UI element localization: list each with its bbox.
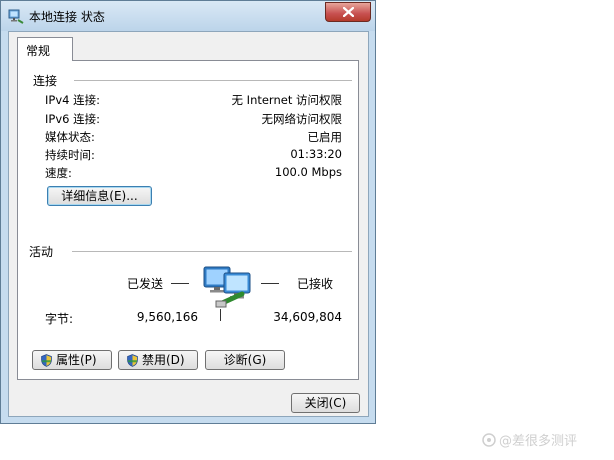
connection-divider [74,80,352,82]
sent-line [171,283,189,284]
bytes-received-value: 34,609,804 [273,310,342,324]
tab-general[interactable]: 常规 [17,37,73,61]
properties-button[interactable]: 属性(P) [32,350,112,370]
activity-section-label: 活动 [29,245,54,259]
activity-divider [72,251,352,253]
watermark-logo-icon [482,432,496,451]
network-computers-icon [202,264,260,313]
speed-value: 100.0 Mbps [274,165,342,179]
dialog-client: 常规 连接 IPv4 连接: 无 Internet 访问权限 IPv6 连接: … [8,31,369,417]
watermark-text: @差很多测评 [499,434,578,449]
sent-label: 已发送 [127,277,164,291]
watermark: @差很多测评 [482,430,577,451]
disable-button-label: 禁用(D) [142,353,185,367]
network-connection-icon [8,8,24,24]
uac-shield-icon [41,354,52,372]
ipv4-label: IPv4 连接: [45,93,100,107]
activity-divider-tick [220,309,221,321]
tab-general-label: 常规 [26,44,51,58]
ipv4-value: 无 Internet 访问权限 [231,93,342,107]
ipv6-label: IPv6 连接: [45,112,100,126]
close-button[interactable]: 关闭(C) [291,393,360,413]
title-bar[interactable]: 本地连接 状态 [1,1,375,31]
media-state-label: 媒体状态: [45,130,95,144]
ipv6-value: 无网络访问权限 [261,112,343,126]
disable-button[interactable]: 禁用(D) [118,350,198,370]
tab-panel: 连接 IPv4 连接: 无 Internet 访问权限 IPv6 连接: 无网络… [17,60,359,380]
connection-section-label: 连接 [33,74,58,88]
close-icon [343,7,354,17]
window-close-button[interactable] [325,2,371,22]
uac-shield-icon [127,354,138,372]
received-label: 已接收 [297,277,334,291]
duration-value: 01:33:20 [290,147,342,161]
duration-label: 持续时间: [45,148,95,162]
diagnose-button[interactable]: 诊断(G) [205,350,285,370]
status-window: 本地连接 状态 常规 连接 IPv4 连接: 无 Internet 访问权限 I… [0,0,376,424]
details-button[interactable]: 详细信息(E)... [47,186,152,206]
received-line [261,283,279,284]
speed-label: 速度: [45,166,72,180]
bytes-sent-value: 9,560,166 [136,310,198,324]
window-title: 本地连接 状态 [29,10,105,24]
bytes-label: 字节: [45,312,74,326]
media-state-value: 已启用 [307,130,343,144]
properties-button-label: 属性(P) [56,353,97,367]
